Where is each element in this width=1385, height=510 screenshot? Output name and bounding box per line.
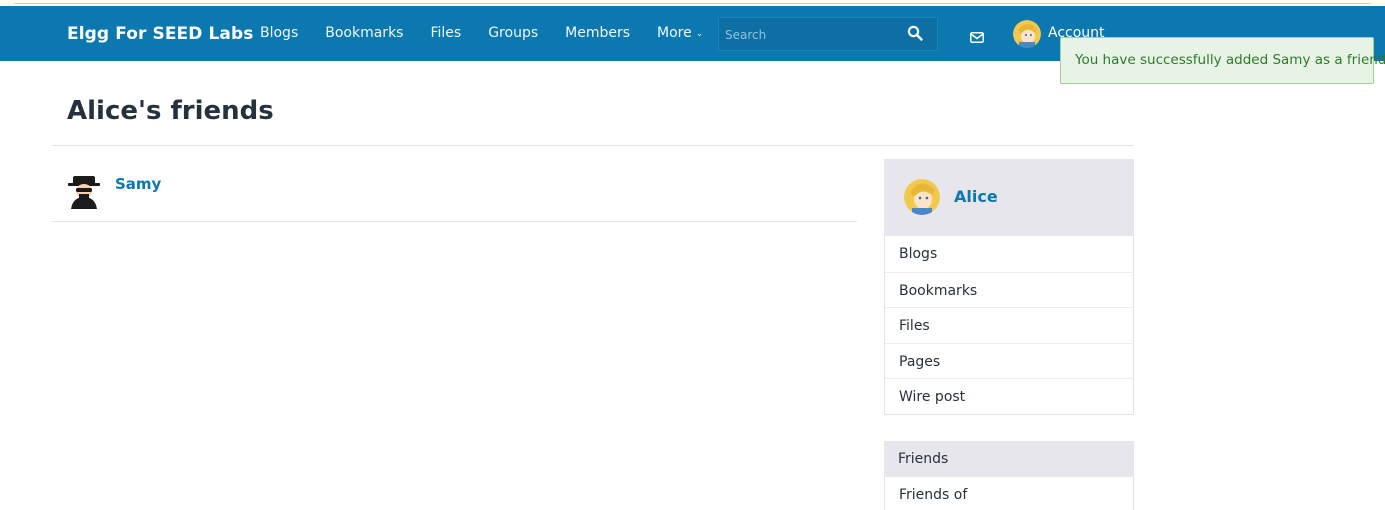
nav-more-label: More (657, 25, 692, 41)
list-item: Samy (52, 160, 857, 222)
nav-more[interactable]: More ⌄ (657, 25, 703, 41)
search-icon[interactable] (907, 25, 927, 45)
friends-menu-friends-of[interactable]: Friends of (884, 477, 1134, 510)
owner-menu: Blogs Bookmarks Files Pages Wire post (884, 236, 1134, 415)
divider (52, 145, 1134, 146)
nav-links: Blogs Bookmarks Files Groups Members Mor… (260, 25, 730, 41)
nav-bookmarks[interactable]: Bookmarks (325, 25, 403, 41)
owner-menu-blogs[interactable]: Blogs (885, 236, 1133, 272)
nav-files[interactable]: Files (430, 25, 461, 41)
friend-avatar[interactable] (67, 173, 101, 209)
owner-menu-wire-post[interactable]: Wire post (885, 378, 1133, 414)
site-brand-link[interactable]: Elgg For SEED Labs (67, 24, 254, 44)
owner-avatar[interactable] (904, 179, 940, 215)
account-avatar[interactable] (1013, 20, 1041, 48)
nav-members[interactable]: Members (565, 25, 630, 41)
flash-message-success[interactable]: You have successfully added Samy as a fr… (1060, 37, 1385, 84)
owner-menu-pages[interactable]: Pages (885, 342, 1133, 379)
page-title: Alice's friends (67, 96, 274, 126)
divider (14, 3, 1371, 4)
friends-menu-friends[interactable]: Friends (884, 441, 1134, 477)
friend-name-link[interactable]: Samy (115, 175, 161, 193)
search-input[interactable] (725, 25, 895, 45)
owner-name-link[interactable]: Alice (954, 187, 998, 206)
owner-block: Alice (884, 159, 1134, 236)
nav-groups[interactable]: Groups (488, 25, 538, 41)
owner-menu-bookmarks[interactable]: Bookmarks (885, 271, 1133, 308)
search-box (718, 17, 938, 51)
friends-menu: Friends Friends of (884, 441, 1134, 510)
mail-icon[interactable] (970, 28, 984, 47)
owner-menu-files[interactable]: Files (885, 307, 1133, 343)
chevron-down-icon: ⌄ (695, 29, 704, 39)
nav-blogs[interactable]: Blogs (260, 25, 298, 41)
